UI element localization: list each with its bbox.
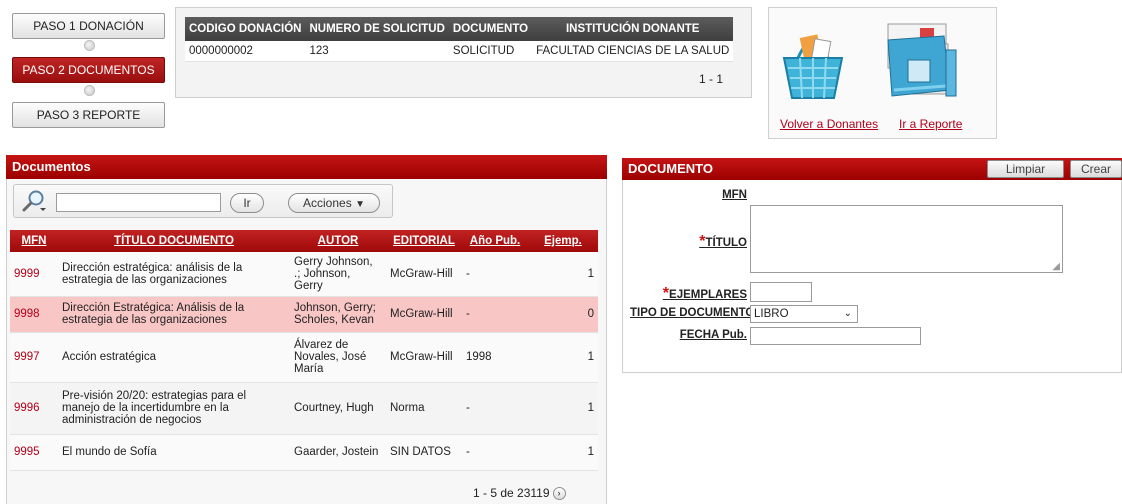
cell-titulo: Acción estratégica (58, 332, 290, 383)
back-to-donors-link[interactable]: Volver a Donantes (780, 117, 878, 131)
titulo-label: *TÍTULO (640, 233, 747, 251)
col-ejemplares[interactable]: Ejemp. (528, 230, 598, 252)
donation-summary-table: CODIGO DONACIÓN NUMERO DE SOLICITUD DOCU… (185, 17, 734, 62)
col-autor[interactable]: AUTOR (290, 230, 386, 252)
actions-label: Acciones (303, 196, 352, 210)
cell-autor: Gerry Johnson, .; Johnson, Gerry (290, 252, 386, 297)
step-connector-dot (84, 85, 95, 96)
titulo-label-text: TÍTULO (705, 237, 747, 249)
actions-menu-button[interactable]: Acciones ▼ (288, 193, 380, 213)
documents-table: MFN TÍTULO DOCUMENTO AUTOR EDITORIAL Año… (10, 230, 598, 471)
step-1-donacion-button[interactable]: PASO 1 DONACIÓN (12, 13, 165, 39)
cell-codigo: 0000000002 (185, 41, 306, 62)
step-3-reporte-button[interactable]: PASO 3 REPORTE (12, 102, 165, 128)
step-2-documentos-button[interactable]: PASO 2 DOCUMENTOS (12, 57, 165, 83)
cell-autor: Courtney, Hugh (290, 382, 386, 435)
cell-ejemplares: 0 (528, 296, 598, 333)
search-bar: Ir Acciones ▼ (13, 184, 393, 218)
col-editorial[interactable]: EDITORIAL (386, 230, 462, 252)
next-page-icon[interactable]: › (552, 487, 566, 501)
donors-basket-icon[interactable] (778, 22, 848, 104)
search-options-icon[interactable] (22, 189, 48, 213)
cell-institucion: FACULTAD CIENCIAS DE LA SALUD (532, 41, 734, 62)
cell-mfn[interactable]: 9999 (10, 252, 58, 297)
cell-documento: SOLICITUD (448, 41, 533, 62)
step-connector-dot (84, 40, 95, 51)
fecha-pub-input[interactable] (750, 327, 921, 345)
cell-titulo: Dirección Estratégica: Análisis de la es… (58, 296, 290, 333)
go-to-report-link[interactable]: Ir a Reporte (899, 117, 962, 131)
chevron-down-icon: ⌄ (843, 308, 852, 319)
cell-titulo: Pre-visión 20/20: estrategias para el ma… (58, 382, 290, 435)
table-row: 0000000002 123 SOLICITUD FACULTAD CIENCI… (185, 41, 734, 62)
cell-ano: 1998 (462, 332, 528, 383)
cell-editorial: Norma (386, 382, 462, 435)
cell-editorial: McGraw-Hill (386, 252, 462, 297)
table-row[interactable]: 9998 Dirección Estratégica: Análisis de … (10, 296, 598, 333)
cell-ejemplares: 1 (528, 252, 598, 297)
documents-region-title: Documentos (6, 155, 607, 179)
tipo-documento-select[interactable]: LIBRO ⌄ (750, 305, 858, 323)
ejemplares-input[interactable] (750, 282, 812, 302)
fecha-pub-label: FECHA Pub. (679, 329, 747, 341)
cell-ejemplares: 1 (528, 382, 598, 435)
col-documento: DOCUMENTO (448, 17, 533, 41)
cell-ano: - (462, 252, 528, 297)
cell-solicitud: 123 (305, 41, 449, 62)
cell-ano: - (462, 296, 528, 333)
cell-autor: Gaarder, Jostein (290, 434, 386, 471)
cell-mfn[interactable]: 9996 (10, 382, 58, 435)
summary-pagination: 1 - 1 (699, 72, 724, 86)
report-documents-icon[interactable] (880, 20, 962, 104)
cell-mfn[interactable]: 9998 (10, 296, 58, 333)
table-row[interactable]: 9999 Dirección estratégica: análisis de … (10, 252, 598, 297)
col-codigo-donacion: CODIGO DONACIÓN (185, 17, 306, 41)
table-row[interactable]: 9995 El mundo de Sofía Gaarder, Jostein … (10, 434, 598, 471)
clear-button[interactable]: Limpiar (987, 160, 1064, 178)
cell-mfn[interactable]: 9997 (10, 332, 58, 383)
table-row[interactable]: 9996 Pre-visión 20/20: estrategias para … (10, 382, 598, 435)
mfn-label: MFN (722, 189, 747, 201)
cell-mfn[interactable]: 9995 (10, 434, 58, 471)
cell-titulo: El mundo de Sofía (58, 434, 290, 471)
cell-autor: Álvarez de Novales, José María (290, 332, 386, 383)
chevron-down-icon: ▼ (355, 199, 365, 210)
cell-editorial: McGraw-Hill (386, 332, 462, 383)
col-mfn[interactable]: MFN (10, 230, 58, 252)
cell-ano: - (462, 434, 528, 471)
resize-handle-icon[interactable]: ◢ (1052, 261, 1060, 272)
go-button[interactable]: Ir (230, 193, 264, 213)
col-institucion-donante: INSTITUCIÓN DONANTE (532, 17, 734, 41)
cell-ejemplares: 1 (528, 332, 598, 383)
cell-autor: Johnson, Gerry; Scholes, Kevan (290, 296, 386, 333)
documents-pagination: 1 - 5 de 23119 › (473, 486, 566, 501)
tipo-documento-value: LIBRO (754, 308, 789, 320)
search-input[interactable] (56, 193, 221, 212)
cell-ano: - (462, 382, 528, 435)
table-row[interactable]: 9997 Acción estratégica Álvarez de Noval… (10, 332, 598, 383)
create-button[interactable]: Crear (1070, 160, 1122, 178)
cell-editorial: SIN DATOS (386, 434, 462, 471)
col-titulo-documento[interactable]: TÍTULO DOCUMENTO (58, 230, 290, 252)
col-numero-solicitud: NUMERO DE SOLICITUD (305, 17, 449, 41)
titulo-textarea[interactable]: ◢ (750, 205, 1063, 273)
col-ano-pub[interactable]: Año Pub. (462, 230, 528, 252)
cell-ejemplares: 1 (528, 434, 598, 471)
ejemplares-label: *EJEMPLARES (640, 285, 747, 303)
ejemplares-label-text: EJEMPLARES (669, 289, 747, 301)
pagination-text: 1 - 5 de 23119 (473, 486, 550, 500)
cell-titulo: Dirección estratégica: análisis de la es… (58, 252, 290, 297)
cell-editorial: McGraw-Hill (386, 296, 462, 333)
tipo-documento-label: TIPO DE DOCUMENTO (630, 307, 755, 319)
